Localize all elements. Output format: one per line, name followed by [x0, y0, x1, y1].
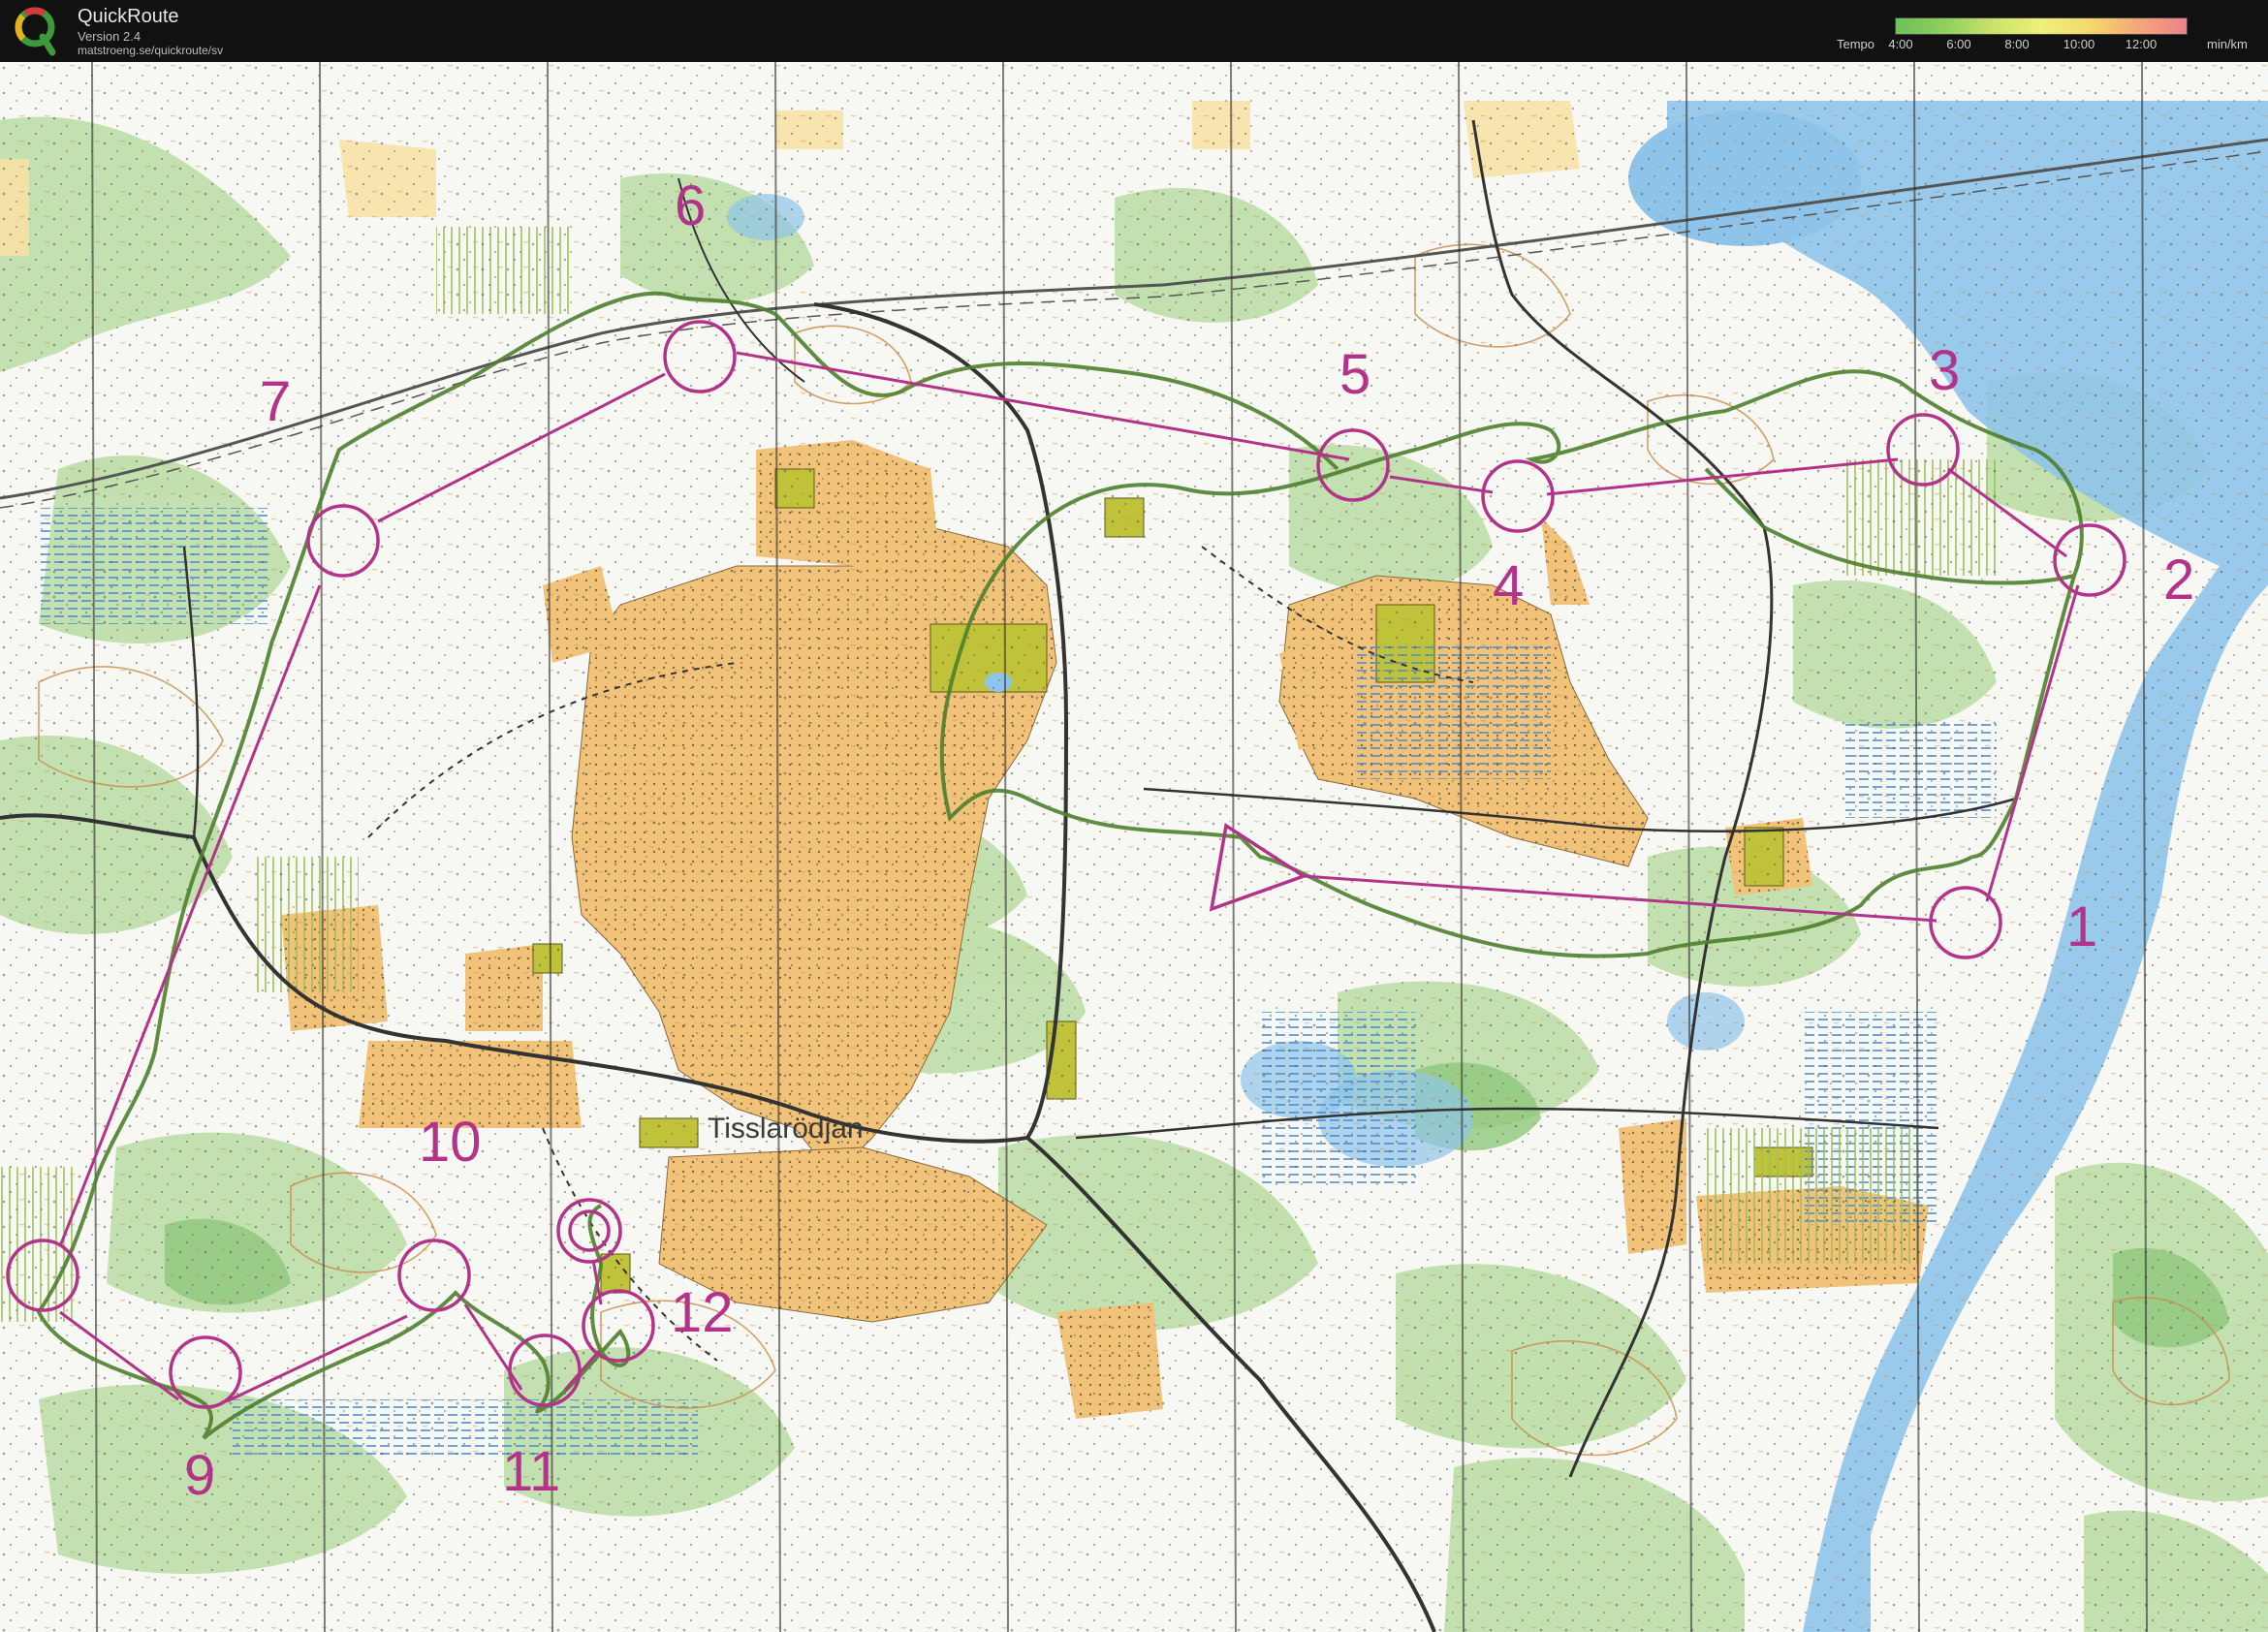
tempo-tick: 12:00: [2125, 37, 2158, 51]
control-number-11: 11: [502, 1440, 560, 1503]
quickroute-window: QuickRoute Version 2.4 matstroeng.se/qui…: [0, 0, 2268, 1632]
control-number-5: 5: [1339, 343, 1370, 406]
place-name-tisslarodjan: Tisslarödjan: [708, 1113, 864, 1145]
quickroute-logo-icon: [15, 7, 56, 56]
tempo-label: Tempo: [1837, 37, 1875, 51]
control-number-6: 6: [675, 174, 706, 237]
control-number-3: 3: [1929, 339, 1960, 402]
app-version: Version 2.4: [78, 29, 142, 44]
tempo-tick: 4:00: [1888, 37, 1913, 51]
control-number-1: 1: [2066, 895, 2097, 958]
control-number-2: 2: [2163, 549, 2194, 612]
tempo-color-bar: [1895, 17, 2188, 35]
control-number-9: 9: [184, 1444, 215, 1507]
tempo-legend: Tempo 4:00 6:00 8:00 10:00 12:00 min/km: [1837, 14, 2263, 58]
map-canvas[interactable]: 1 2 3 4 5 6 7 8 9 10 11 12 Tisslarödjan: [0, 62, 2268, 1632]
control-number-7: 7: [260, 370, 291, 433]
title-bar: QuickRoute Version 2.4 matstroeng.se/qui…: [0, 0, 2268, 63]
control-number-12: 12: [671, 1281, 734, 1344]
control-number-4: 4: [1493, 554, 1524, 617]
tempo-tick: 6:00: [1946, 37, 1971, 51]
app-url: matstroeng.se/quickroute/sv: [78, 44, 224, 57]
tempo-tick: 8:00: [2004, 37, 2030, 51]
app-title: QuickRoute: [78, 6, 179, 27]
tempo-tick: 10:00: [2063, 37, 2095, 51]
tempo-unit: min/km: [2207, 37, 2248, 51]
orienteering-map[interactable]: 1 2 3 4 5 6 7 8 9 10 11 12 Tisslarödjan: [0, 62, 2268, 1632]
control-number-10: 10: [419, 1111, 482, 1174]
